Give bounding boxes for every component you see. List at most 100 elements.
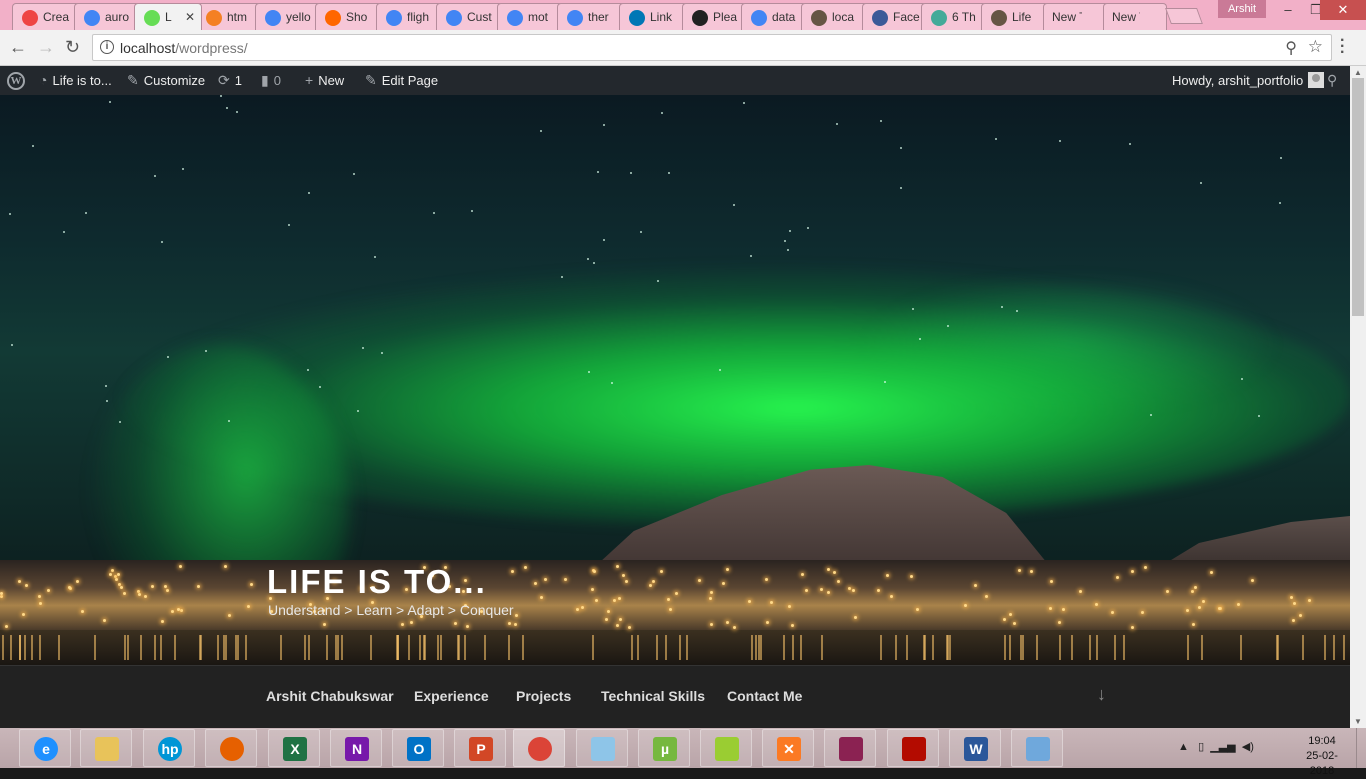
- signal-icon[interactable]: ▁▃▅: [1210, 741, 1235, 753]
- customize-link[interactable]: ✎ Customize: [127, 66, 205, 95]
- address-bar[interactable]: i localhost/wordpress/ ⚲ ☆: [92, 34, 1332, 61]
- star: [789, 230, 791, 232]
- edit-page-link[interactable]: ✎ Edit Page: [365, 66, 438, 95]
- menu-item-projects[interactable]: Projects: [516, 688, 571, 704]
- taskbar-button[interactable]: [513, 729, 565, 767]
- taskbar-button[interactable]: [824, 729, 876, 767]
- taskbar-button[interactable]: [80, 729, 132, 767]
- light-reflection: [237, 635, 239, 660]
- site-title[interactable]: LIFE IS TO...: [267, 563, 487, 601]
- wordpress-logo-icon[interactable]: W: [7, 72, 25, 90]
- tab[interactable]: New Tal: [1103, 3, 1167, 30]
- light-reflection: [1333, 635, 1335, 660]
- taskbar-button[interactable]: X: [268, 729, 320, 767]
- taskbar-button[interactable]: [887, 729, 939, 767]
- new-content-link[interactable]: + New: [305, 66, 344, 95]
- taskbar-button[interactable]: W: [949, 729, 1001, 767]
- tab[interactable]: yello: [255, 3, 321, 30]
- tab[interactable]: auro: [74, 3, 140, 30]
- menu-item-experience[interactable]: Experience: [414, 688, 489, 704]
- tab[interactable]: L ✕: [134, 3, 202, 30]
- light-reflection: [225, 635, 227, 660]
- chrome-menu-icon[interactable]: · · ·: [1340, 33, 1345, 61]
- tab[interactable]: New Tal: [1043, 3, 1109, 30]
- scroll-up-icon[interactable]: ▲: [1354, 68, 1362, 77]
- account-link[interactable]: Howdy, arshit_portfolio: [1172, 66, 1325, 95]
- url-text[interactable]: localhost/wordpress/: [120, 40, 248, 56]
- taskbar-button[interactable]: N: [330, 729, 382, 767]
- tab[interactable]: data: [741, 3, 807, 30]
- menu-item-technical-skills[interactable]: Technical Skills: [601, 688, 705, 704]
- town-light: [726, 568, 729, 571]
- tab[interactable]: Crea: [12, 3, 80, 30]
- town-light: [81, 610, 84, 613]
- tab[interactable]: loca: [801, 3, 868, 30]
- system-tray[interactable]: ▲ ▯ ▁▃▅ ◀): [1178, 740, 1254, 753]
- town-light: [607, 610, 610, 613]
- taskbar-button[interactable]: hp: [143, 729, 195, 767]
- tab[interactable]: 6 Th: [921, 3, 987, 30]
- forward-icon[interactable]: →: [37, 38, 55, 56]
- search-icon[interactable]: ⚲: [1327, 66, 1337, 95]
- taskbar-button[interactable]: ✕: [762, 729, 814, 767]
- scroll-down-arrow-icon[interactable]: ↓: [1097, 684, 1106, 705]
- menu-item-arshit-chabukswar[interactable]: Arshit Chabukswar: [266, 688, 394, 704]
- tray-expand-icon[interactable]: ▲: [1178, 741, 1189, 753]
- taskbar-button[interactable]: [576, 729, 628, 767]
- menu-item-contact-me[interactable]: Contact Me: [727, 688, 802, 704]
- light-reflection: [1277, 635, 1279, 660]
- tab[interactable]: htm: [196, 3, 261, 30]
- tab[interactable]: Cust: [436, 3, 503, 30]
- reload-icon[interactable]: ↻: [65, 38, 80, 56]
- scroll-down-icon[interactable]: ▼: [1354, 717, 1362, 726]
- tab[interactable]: fligh: [376, 3, 442, 30]
- close-window-button[interactable]: ✕: [1320, 0, 1366, 20]
- star: [593, 262, 595, 264]
- tab[interactable]: Sho: [315, 3, 382, 30]
- updates-link[interactable]: ⟳ 1: [218, 66, 242, 95]
- taskbar-button[interactable]: O: [392, 729, 444, 767]
- light-reflection: [154, 635, 156, 660]
- taskbar-button[interactable]: e: [19, 729, 71, 767]
- search-icon[interactable]: ⚲: [1285, 38, 1297, 58]
- new-tab-button[interactable]: [1165, 8, 1203, 24]
- tab[interactable]: Plea: [682, 3, 747, 30]
- xampp-icon: ✕: [777, 737, 801, 761]
- tab[interactable]: Life: [981, 3, 1049, 30]
- tab[interactable]: ther: [557, 3, 625, 30]
- show-desktop-button[interactable]: [1356, 728, 1366, 768]
- bookmark-star-icon[interactable]: ☆: [1308, 37, 1323, 57]
- clock[interactable]: 19:04 25-02-2018: [1294, 734, 1350, 779]
- scrollbar-thumb[interactable]: [1352, 78, 1364, 316]
- star: [32, 145, 34, 147]
- town-light: [827, 591, 830, 594]
- battery-icon[interactable]: ▯: [1198, 741, 1204, 753]
- town-light: [177, 608, 180, 611]
- info-icon[interactable]: i: [100, 40, 114, 54]
- taskbar-button[interactable]: [700, 729, 752, 767]
- taskbar-button[interactable]: µ: [638, 729, 690, 767]
- tab[interactable]: mot: [497, 3, 563, 30]
- site-name-link[interactable]: ◔ Life is to...: [39, 66, 112, 95]
- town-light: [111, 569, 114, 572]
- taskbar-button[interactable]: [1011, 729, 1063, 767]
- edit-page-label: Edit Page: [381, 73, 439, 88]
- taskbar-button[interactable]: [205, 729, 257, 767]
- page-scrollbar[interactable]: ▲ ▼: [1350, 66, 1366, 728]
- light-reflection: [946, 635, 948, 660]
- comments-link[interactable]: ▮ 0: [261, 66, 281, 95]
- tab[interactable]: Link: [619, 3, 688, 30]
- town-light: [854, 616, 857, 619]
- town-light: [38, 595, 41, 598]
- light-reflection: [755, 635, 757, 660]
- town-light: [197, 585, 200, 588]
- profile-button[interactable]: Arshit: [1218, 0, 1266, 18]
- tab[interactable]: Face: [862, 3, 927, 30]
- taskbar-button[interactable]: P: [454, 729, 506, 767]
- close-tab-icon[interactable]: ✕: [185, 10, 195, 24]
- minimize-button[interactable]: –: [1274, 0, 1302, 20]
- star: [205, 350, 207, 352]
- light-reflection: [397, 635, 399, 660]
- volume-icon[interactable]: ◀): [1242, 741, 1254, 753]
- back-icon[interactable]: ←: [9, 38, 27, 56]
